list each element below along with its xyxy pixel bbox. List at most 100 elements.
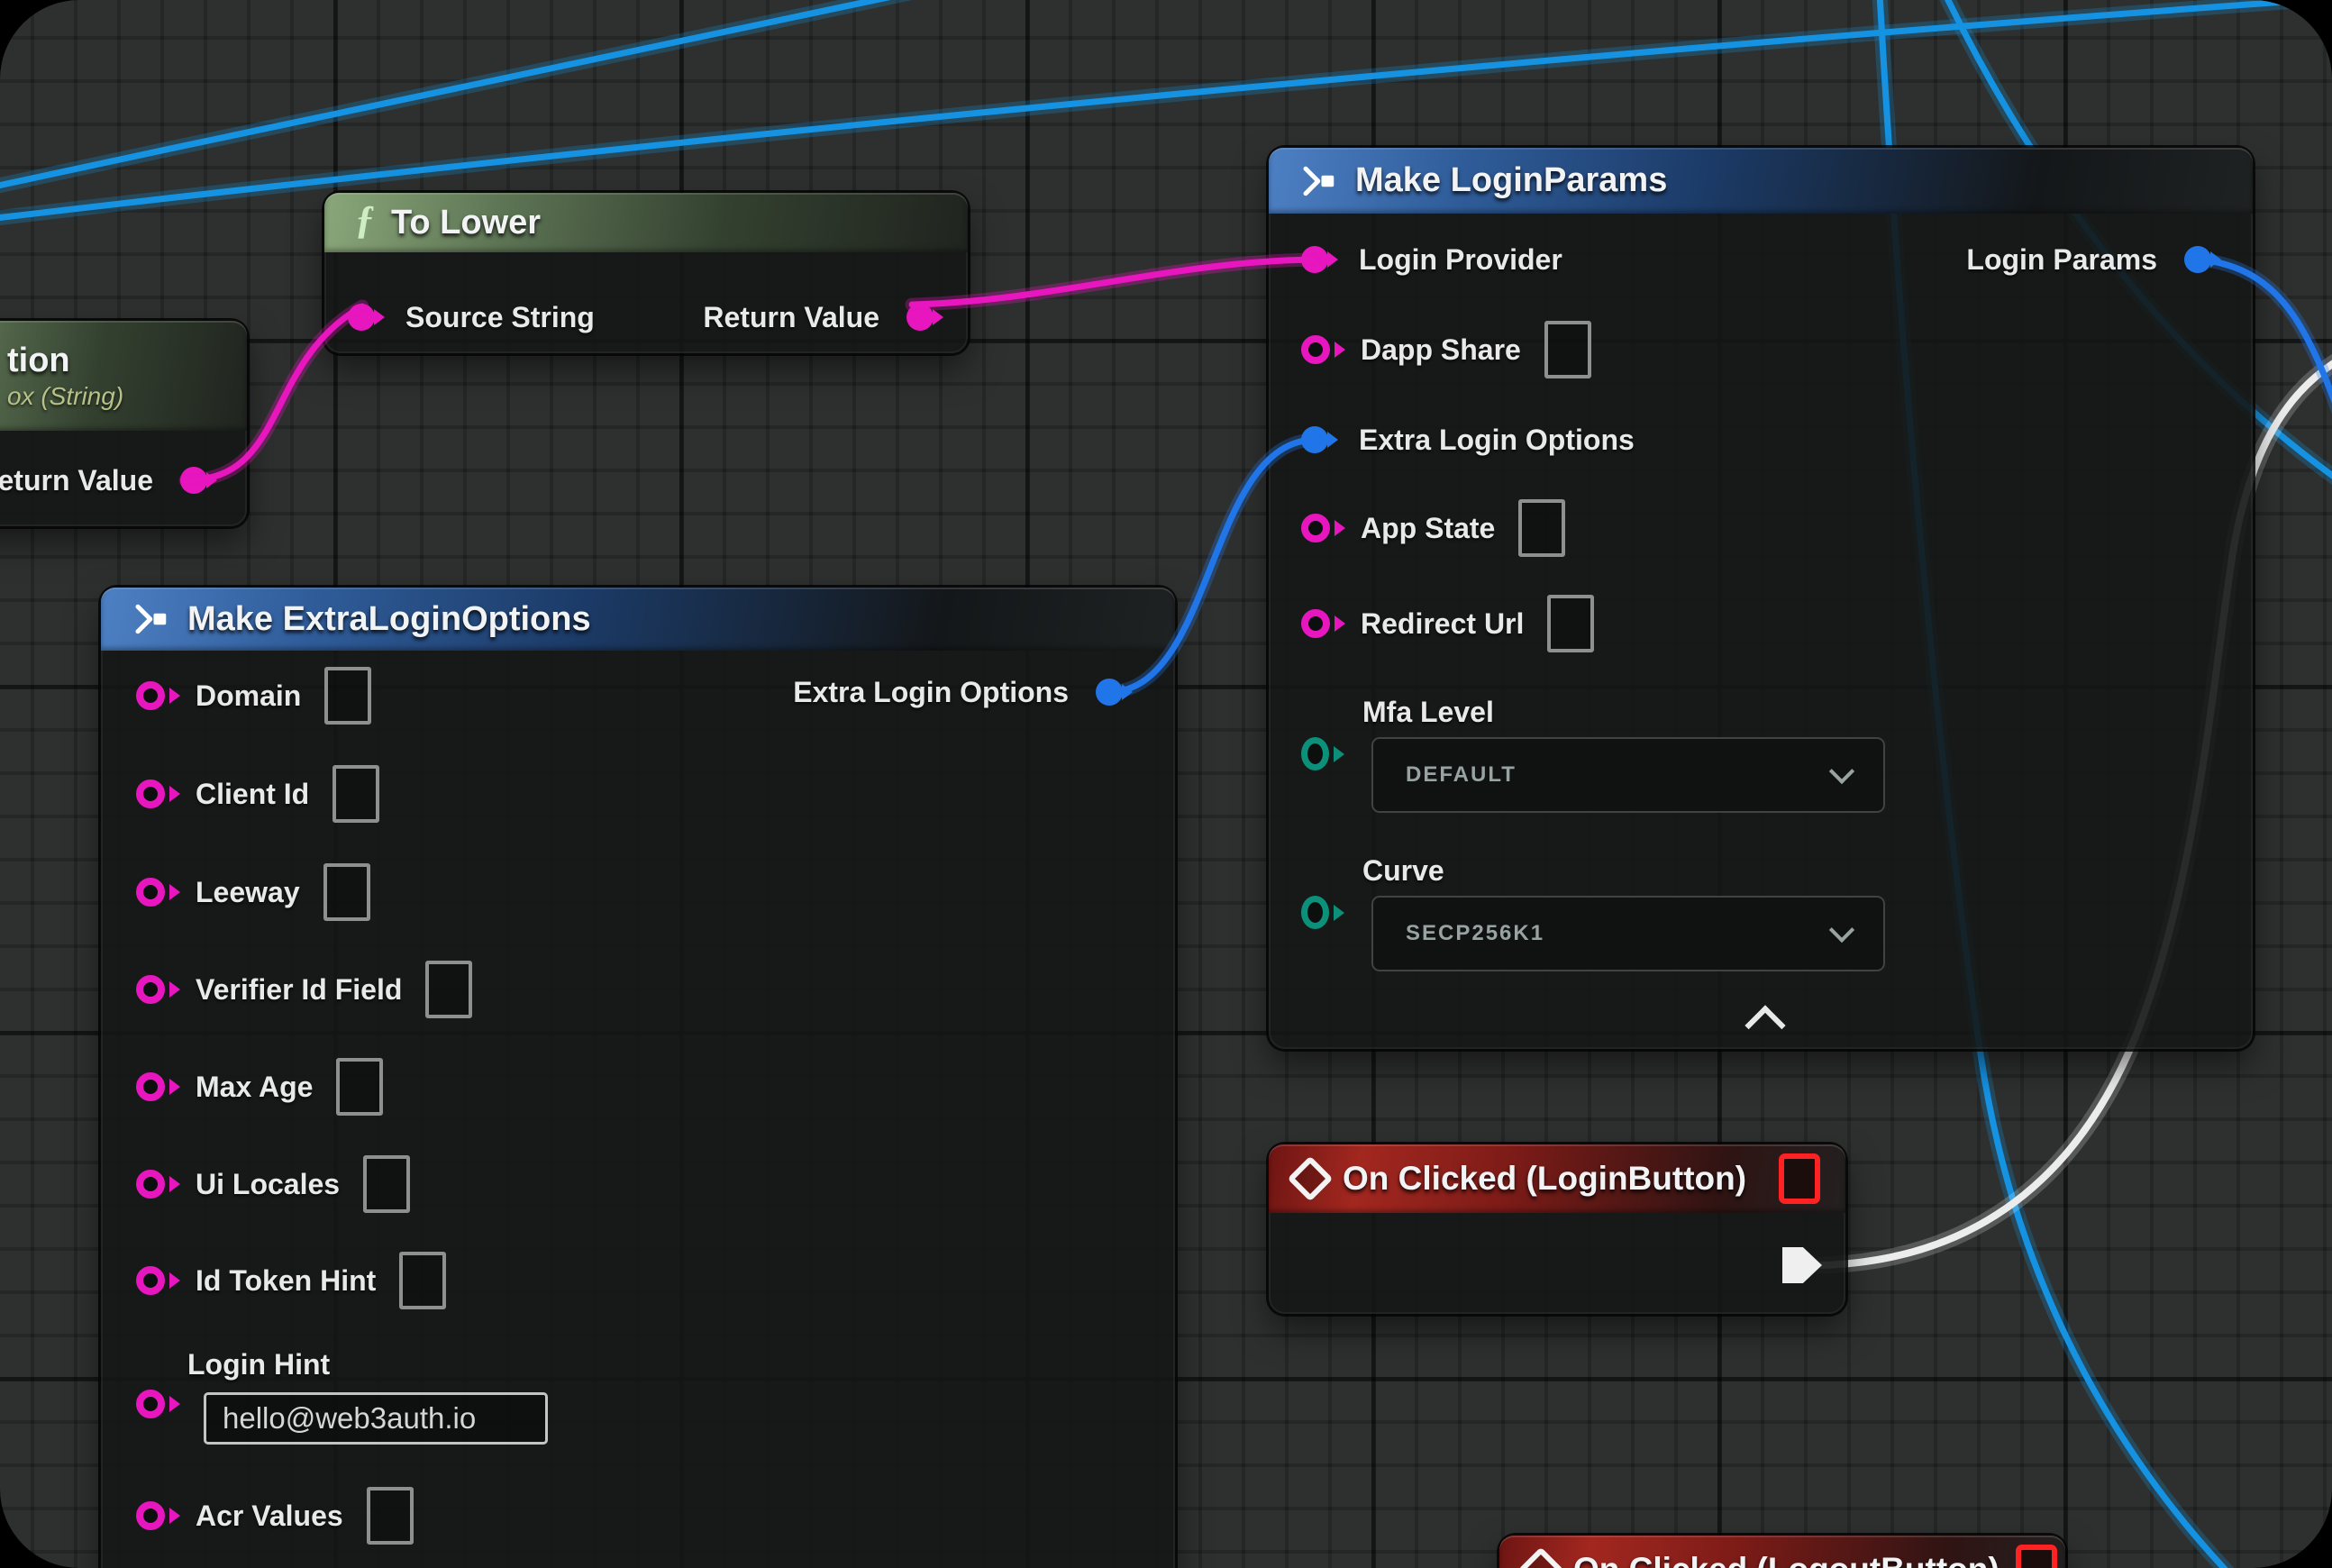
id-token-hint-pin[interactable]: [136, 1266, 165, 1295]
pin-row-return-value: Return Value: [595, 290, 934, 344]
pin-label: Leeway: [196, 876, 300, 909]
curve-label: Curve: [1362, 854, 1444, 888]
redirect-url-checkbox[interactable]: [1547, 595, 1594, 652]
pin-row-login-provider: Login Provider: [1301, 232, 1562, 287]
pin-label: App State: [1361, 512, 1495, 545]
pin-row-leeway: Leeway: [136, 865, 370, 919]
extra-login-options-output-pin[interactable]: [1096, 679, 1123, 706]
node-header[interactable]: Make ExtraLoginOptions: [101, 588, 1175, 651]
node-header[interactable]: Make LoginParams: [1269, 148, 2253, 214]
app-state-checkbox[interactable]: [1518, 499, 1565, 557]
mfa-level-pin[interactable]: [1301, 737, 1329, 770]
domain-pin[interactable]: [136, 681, 165, 710]
node-title: On Clicked (LogoutButton): [1573, 1551, 2000, 1568]
node-title: tion: [7, 342, 70, 380]
leeway-checkbox[interactable]: [323, 863, 370, 921]
node-header[interactable]: On Clicked (LogoutButton): [1499, 1536, 2065, 1568]
pin-row-return-value: eturn Value: [0, 453, 207, 507]
login-hint-label: Login Hint: [187, 1348, 330, 1381]
blueprint-canvas[interactable]: tion ox (String) eturn Value ƒ To Lower …: [0, 0, 2332, 1568]
pin-label: Redirect Url: [1361, 607, 1524, 641]
verifier-id-field-checkbox[interactable]: [425, 961, 472, 1018]
function-icon: ƒ: [355, 200, 375, 240]
login-hint-pin[interactable]: [136, 1390, 165, 1418]
pin-row-extra-login-options-in: Extra Login Options: [1301, 413, 1635, 467]
pin-label: Acr Values: [196, 1500, 343, 1533]
pin-label: Login Provider: [1359, 243, 1562, 277]
node-title: To Lower: [391, 204, 541, 242]
pin-label: Dapp Share: [1361, 333, 1521, 367]
login-hint-field[interactable]: hello@web3auth.io: [204, 1392, 548, 1445]
return-value-pin[interactable]: [906, 304, 934, 331]
client-id-pin[interactable]: [136, 779, 165, 808]
pin-row-acr-values: Acr Values: [136, 1489, 414, 1543]
node-on-clicked-logout-button[interactable]: On Clicked (LogoutButton): [1499, 1536, 2065, 1568]
pin-row-source-string: Source String: [348, 290, 595, 344]
max-age-pin[interactable]: [136, 1072, 165, 1101]
chevron-down-icon: [1829, 759, 1854, 784]
acr-values-pin[interactable]: [136, 1501, 165, 1530]
curve-value: SECP256K1: [1406, 921, 1833, 946]
make-struct-icon: [132, 601, 171, 637]
extra-login-options-input-pin[interactable]: [1301, 426, 1328, 453]
chevron-down-icon: [1829, 917, 1854, 943]
domain-checkbox[interactable]: [324, 667, 371, 725]
curve-pin[interactable]: [1301, 896, 1329, 929]
leeway-pin[interactable]: [136, 878, 165, 907]
max-age-checkbox[interactable]: [336, 1058, 383, 1116]
collapse-node-button[interactable]: [1744, 1005, 1785, 1045]
dapp-share-checkbox[interactable]: [1544, 321, 1591, 378]
blue-wire-topleft-a: [0, 0, 982, 191]
exec-output-pin[interactable]: [1782, 1247, 1822, 1283]
pin-label: Source String: [405, 301, 595, 334]
pin-label: Verifier Id Field: [196, 973, 402, 1007]
delegate-pin-icon[interactable]: [1779, 1153, 1820, 1204]
magenta-wire-tolower-to-loginprovider: [912, 260, 1314, 305]
node-header[interactable]: ƒ To Lower: [324, 193, 968, 252]
node-make-extra-login-options[interactable]: Make ExtraLoginOptions Extra Login Optio…: [101, 588, 1175, 1568]
pin-row-domain: Domain: [136, 669, 371, 723]
node-partial-function[interactable]: tion ox (String) eturn Value: [0, 321, 247, 526]
pin-row-dapp-share: Dapp Share: [1301, 323, 1591, 377]
make-struct-icon: [1299, 163, 1339, 199]
node-make-login-params[interactable]: Make LoginParams Login Params Login Prov…: [1269, 148, 2253, 1049]
dapp-share-pin[interactable]: [1301, 335, 1330, 364]
pin-label: Client Id: [196, 778, 309, 811]
pin-label: Extra Login Options: [793, 676, 1069, 709]
pin-row-extra-login-options-out: Extra Login Options: [551, 665, 1123, 719]
node-title: Make LoginParams: [1355, 161, 1667, 200]
pin-row-verifier-id-field: Verifier Id Field: [136, 962, 472, 1016]
node-to-lower[interactable]: ƒ To Lower Source String Return Value: [324, 193, 968, 353]
node-header[interactable]: tion ox (String): [0, 321, 247, 431]
curve-dropdown[interactable]: SECP256K1: [1371, 896, 1885, 971]
client-id-checkbox[interactable]: [332, 765, 379, 823]
blue-wire-topleft-a: [0, 0, 982, 191]
login-provider-pin[interactable]: [1301, 246, 1328, 273]
acr-values-checkbox[interactable]: [367, 1487, 414, 1545]
mfa-level-dropdown[interactable]: DEFAULT: [1371, 737, 1885, 813]
app-state-pin[interactable]: [1301, 514, 1330, 542]
node-title: Make ExtraLoginOptions: [187, 600, 591, 639]
verifier-id-field-pin[interactable]: [136, 975, 165, 1004]
login-params-output-pin[interactable]: [2184, 246, 2211, 273]
pin-row-max-age: Max Age: [136, 1060, 383, 1114]
pin-label: Login Params: [1966, 243, 2157, 277]
redirect-url-pin[interactable]: [1301, 609, 1330, 638]
node-on-clicked-login-button[interactable]: On Clicked (LoginButton): [1269, 1144, 1845, 1314]
pin-label: Extra Login Options: [1359, 424, 1635, 457]
login-hint-value: hello@web3auth.io: [223, 1401, 476, 1436]
mfa-level-label: Mfa Level: [1362, 696, 1494, 729]
magenta-wire-tolower-to-loginprovider: [912, 260, 1314, 305]
pin-label: eturn Value: [0, 464, 153, 497]
ui-locales-checkbox[interactable]: [363, 1155, 410, 1213]
pin-row-client-id: Client Id: [136, 767, 379, 821]
delegate-pin-icon[interactable]: [2016, 1545, 2057, 1568]
pin-row-id-token-hint: Id Token Hint: [136, 1253, 446, 1308]
source-string-pin[interactable]: [348, 304, 375, 331]
pin-label: Ui Locales: [196, 1168, 340, 1201]
return-value-pin[interactable]: [180, 467, 207, 494]
node-title: On Clicked (LoginButton): [1343, 1160, 1746, 1198]
id-token-hint-checkbox[interactable]: [399, 1252, 446, 1309]
node-header[interactable]: On Clicked (LoginButton): [1269, 1144, 1845, 1213]
ui-locales-pin[interactable]: [136, 1170, 165, 1199]
